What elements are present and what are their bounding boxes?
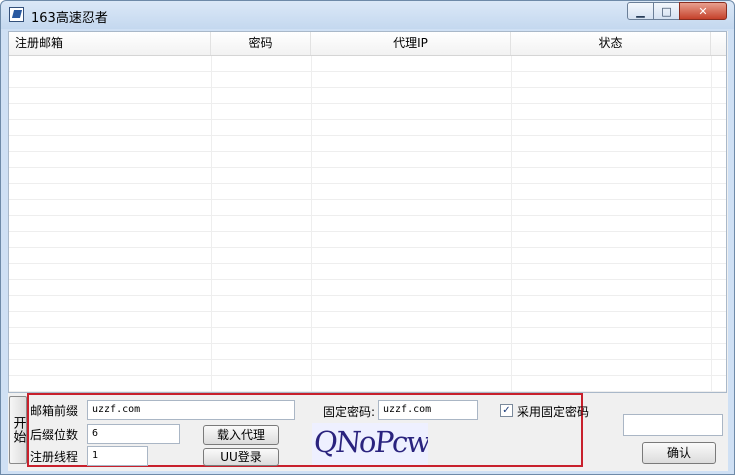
- captcha-input[interactable]: [623, 414, 723, 436]
- uu-login-button[interactable]: UU登录: [203, 448, 279, 466]
- suffix-digits-input[interactable]: 6: [87, 424, 180, 444]
- minimize-button[interactable]: ▁: [627, 2, 654, 20]
- app-window: 163高速忍者 ▁ □ ✕ 注册邮箱 密码 代理IP 状态 开始 邮箱前缀 uz…: [0, 0, 735, 475]
- settings-panel: 邮箱前缀 uzzf.com 后缀位数 6 注册线程 1 载入代理 UU登录 固定…: [27, 393, 589, 467]
- column-divider: [311, 56, 312, 392]
- close-button[interactable]: ✕: [679, 2, 727, 20]
- title-bar: 163高速忍者 ▁ □ ✕: [1, 1, 734, 29]
- column-divider: [711, 56, 712, 392]
- email-prefix-input[interactable]: uzzf.com: [87, 400, 295, 420]
- maximize-button[interactable]: □: [653, 2, 680, 20]
- email-prefix-label: 邮箱前缀: [30, 404, 79, 418]
- fixed-password-input[interactable]: uzzf.com: [378, 400, 478, 420]
- captcha-image[interactable]: QNoPcw: [312, 423, 428, 465]
- fixed-password-label: 固定密码:: [323, 405, 376, 419]
- column-header-proxy-ip[interactable]: 代理IP: [311, 32, 511, 55]
- threads-input[interactable]: 1: [87, 446, 148, 466]
- column-header-status[interactable]: 状态: [511, 32, 711, 55]
- load-proxy-button[interactable]: 载入代理: [203, 425, 279, 445]
- captcha-text: QNoPcw: [312, 425, 428, 459]
- threads-label: 注册线程: [30, 450, 79, 464]
- start-button[interactable]: 开始: [9, 396, 27, 464]
- list-header: 注册邮箱 密码 代理IP 状态: [9, 32, 726, 56]
- client-area: 注册邮箱 密码 代理IP 状态 开始 邮箱前缀 uzzf.com 后缀位数 6 …: [8, 31, 728, 471]
- column-divider: [211, 56, 212, 392]
- column-header-email[interactable]: 注册邮箱: [9, 32, 211, 55]
- confirm-button[interactable]: 确认: [642, 442, 716, 464]
- use-fixed-password-label: 采用固定密码: [517, 405, 590, 419]
- column-header-password[interactable]: 密码: [211, 32, 311, 55]
- use-fixed-password-checkbox[interactable]: ✓: [500, 404, 513, 417]
- window-title: 163高速忍者: [31, 11, 108, 26]
- list-rows: [9, 56, 726, 392]
- account-list[interactable]: 注册邮箱 密码 代理IP 状态: [8, 31, 727, 393]
- app-icon: [9, 7, 24, 22]
- suffix-digits-label: 后缀位数: [30, 428, 79, 442]
- column-divider: [511, 56, 512, 392]
- column-header-spacer: [711, 32, 726, 55]
